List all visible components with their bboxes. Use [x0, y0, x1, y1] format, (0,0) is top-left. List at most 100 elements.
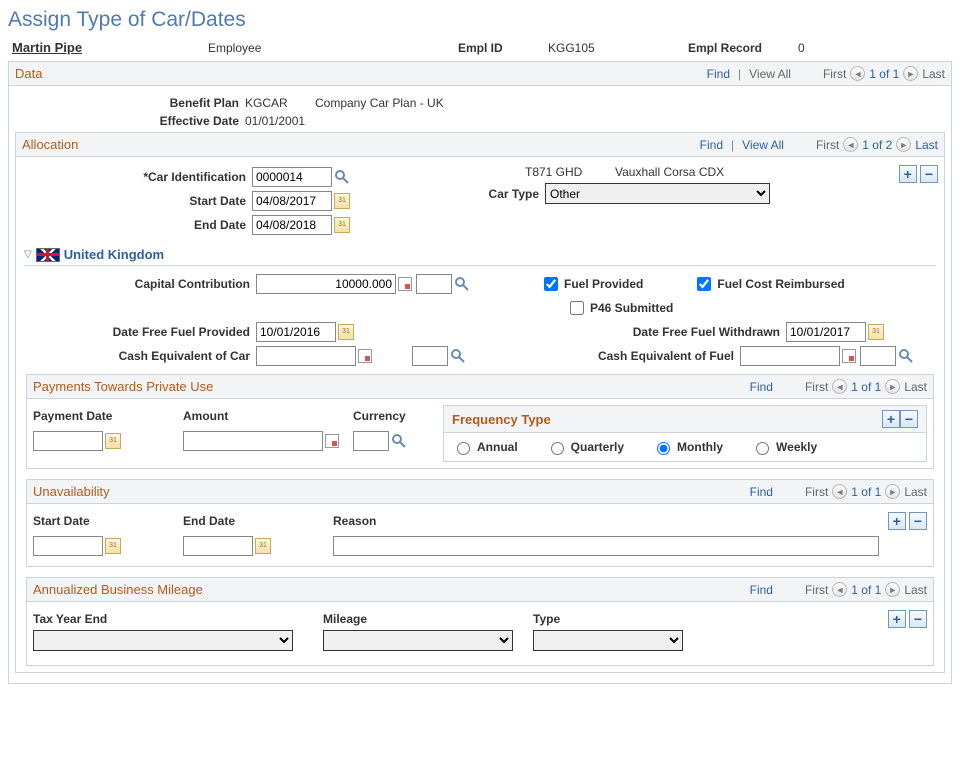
payment-date-input[interactable]: [33, 431, 103, 451]
alloc-last-label[interactable]: Last: [915, 138, 938, 152]
fuel-provided-date-input[interactable]: [256, 322, 336, 342]
cap-contrib-currency-input[interactable]: [416, 274, 452, 294]
payments-find-link[interactable]: Find: [750, 380, 773, 394]
alloc-find-link[interactable]: Find: [700, 138, 723, 152]
freq-quarterly-option[interactable]: Quarterly: [546, 439, 624, 455]
mileage-prev-button[interactable]: ◄: [832, 582, 847, 597]
mileage-add-row-button[interactable]: +: [888, 610, 906, 628]
tax-year-select[interactable]: [33, 630, 293, 651]
cap-contrib-currency-lookup-icon[interactable]: [454, 276, 470, 292]
alloc-pos: 1 of 2: [862, 138, 892, 152]
fuel-provided-checkbox[interactable]: [544, 277, 558, 291]
alloc-delete-row-button[interactable]: −: [920, 165, 938, 183]
currency-input[interactable]: [353, 431, 389, 451]
unavail-end-calendar-icon[interactable]: 31: [255, 538, 271, 554]
currency-lookup-icon[interactable]: [391, 433, 407, 449]
mileage-select[interactable]: [323, 630, 513, 651]
cap-contrib-input[interactable]: [256, 274, 396, 294]
freq-monthly-option[interactable]: Monthly: [652, 439, 723, 455]
data-next-button[interactable]: ►: [903, 66, 918, 81]
data-pos: 1 of 1: [869, 67, 899, 81]
mileage-find-link[interactable]: Find: [750, 583, 773, 597]
unavail-start-col: Start Date: [33, 510, 183, 532]
end-date-calendar-icon[interactable]: 31: [334, 217, 350, 233]
payments-add-row-button[interactable]: +: [882, 410, 900, 428]
mileage-type-select[interactable]: [533, 630, 683, 651]
unavail-end-input[interactable]: [183, 536, 253, 556]
payments-title: Payments Towards Private Use: [33, 379, 750, 394]
data-find-link[interactable]: Find: [707, 67, 730, 81]
payments-delete-row-button[interactable]: −: [900, 410, 918, 428]
fuel-withdrawn-input[interactable]: [786, 322, 866, 342]
p46-checkbox[interactable]: [570, 301, 584, 315]
amount-input[interactable]: [183, 431, 323, 451]
mileage-first-label[interactable]: First: [805, 583, 828, 597]
employee-name: Martin Pipe: [8, 40, 208, 55]
allocation-section-bar: Allocation Find | View All First ◄ 1 of …: [15, 132, 945, 157]
mileage-last-label[interactable]: Last: [904, 583, 927, 597]
car-id-label: *Car Identification: [22, 170, 252, 184]
cap-contrib-label: Capital Contribution: [26, 277, 256, 291]
unavail-start-input[interactable]: [33, 536, 103, 556]
cash-fuel-currency-lookup-icon[interactable]: [898, 348, 914, 364]
unavail-first-label[interactable]: First: [805, 485, 828, 499]
alloc-next-button[interactable]: ►: [896, 137, 911, 152]
car-id-input[interactable]: [252, 167, 332, 187]
payments-first-label[interactable]: First: [805, 380, 828, 394]
currency-col: Currency: [353, 405, 443, 427]
alloc-viewall-link[interactable]: View All: [742, 138, 784, 152]
empl-id-label: Empl ID: [458, 41, 548, 55]
alloc-first-label[interactable]: First: [816, 138, 839, 152]
unavail-reason-input[interactable]: [333, 536, 879, 556]
data-last-label[interactable]: Last: [922, 67, 945, 81]
unavail-add-row-button[interactable]: +: [888, 512, 906, 530]
empl-record-label: Empl Record: [688, 41, 798, 55]
car-model: Vauxhall Corsa CDX: [615, 165, 724, 179]
car-id-lookup-icon[interactable]: [334, 169, 350, 185]
region-collapse-icon[interactable]: ▽: [24, 249, 32, 260]
empl-id-value: KGG105: [548, 41, 688, 55]
cap-contrib-detail-icon[interactable]: [398, 277, 412, 291]
unavail-delete-row-button[interactable]: −: [909, 512, 927, 530]
fuel-provided-date-calendar-icon[interactable]: 31: [338, 324, 354, 340]
amount-detail-icon[interactable]: [325, 434, 339, 448]
freq-annual-option[interactable]: Annual: [452, 439, 518, 455]
cash-car-currency-input[interactable]: [412, 346, 448, 366]
car-type-select[interactable]: Other: [545, 183, 770, 204]
payment-date-calendar-icon[interactable]: 31: [105, 433, 121, 449]
data-viewall-link[interactable]: View All: [749, 67, 791, 81]
start-date-input[interactable]: [252, 191, 332, 211]
start-date-calendar-icon[interactable]: 31: [334, 193, 350, 209]
data-prev-button[interactable]: ◄: [850, 66, 865, 81]
unavail-end-col: End Date: [183, 510, 333, 532]
mileage-delete-row-button[interactable]: −: [909, 610, 927, 628]
payments-next-button[interactable]: ►: [885, 379, 900, 394]
cash-fuel-currency-input[interactable]: [860, 346, 896, 366]
cash-car-input[interactable]: [256, 346, 356, 366]
unavail-title: Unavailability: [33, 484, 750, 499]
cash-car-currency-lookup-icon[interactable]: [450, 348, 466, 364]
benefit-plan-label: Benefit Plan: [15, 96, 245, 110]
fuel-reimbursed-checkbox[interactable]: [697, 277, 711, 291]
unavail-prev-button[interactable]: ◄: [832, 484, 847, 499]
payments-last-label[interactable]: Last: [904, 380, 927, 394]
end-date-input[interactable]: [252, 215, 332, 235]
cash-fuel-detail-icon[interactable]: [842, 349, 856, 363]
p46-label: P46 Submitted: [590, 301, 673, 315]
fuel-withdrawn-calendar-icon[interactable]: 31: [868, 324, 884, 340]
freq-weekly-option[interactable]: Weekly: [751, 439, 817, 455]
unavail-last-label[interactable]: Last: [904, 485, 927, 499]
region-header[interactable]: ▽ United Kingdom: [24, 247, 936, 266]
alloc-prev-button[interactable]: ◄: [843, 137, 858, 152]
unavail-next-button[interactable]: ►: [885, 484, 900, 499]
unavail-find-link[interactable]: Find: [750, 485, 773, 499]
mileage-next-button[interactable]: ►: [885, 582, 900, 597]
alloc-add-row-button[interactable]: +: [899, 165, 917, 183]
data-first-label[interactable]: First: [823, 67, 846, 81]
cash-car-detail-icon[interactable]: [358, 349, 372, 363]
fuel-withdrawn-label: Date Free Fuel Withdrawn: [586, 325, 786, 339]
benefit-plan-code: KGCAR: [245, 96, 315, 110]
unavail-start-calendar-icon[interactable]: 31: [105, 538, 121, 554]
cash-fuel-input[interactable]: [740, 346, 840, 366]
payments-prev-button[interactable]: ◄: [832, 379, 847, 394]
